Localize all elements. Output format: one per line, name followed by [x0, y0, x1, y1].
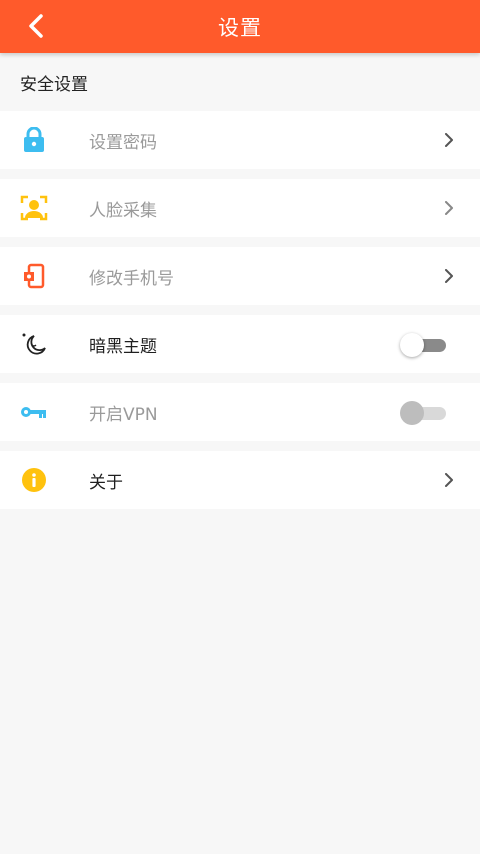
vpn-toggle[interactable] — [400, 401, 446, 425]
lock-icon — [20, 126, 48, 154]
settings-item-label: 修改手机号 — [89, 268, 174, 289]
chevron-right-icon — [442, 269, 456, 283]
face-scan-icon — [20, 194, 48, 222]
info-icon — [20, 466, 48, 494]
settings-item-face-capture[interactable]: 人脸采集 — [0, 179, 480, 237]
chevron-right-icon — [442, 201, 456, 215]
chevron-right-icon — [442, 473, 456, 487]
settings-screen: 设置 安全设置 设置密码 人脸采集 修改手机号 暗黑主题 开启VPN 关于 — [0, 0, 480, 854]
settings-item-label: 设置密码 — [89, 132, 157, 153]
settings-item-label: 暗黑主题 — [89, 336, 157, 357]
settings-item-dark-theme: 暗黑主题 — [0, 315, 480, 373]
settings-item-change-phone[interactable]: 修改手机号 — [0, 247, 480, 305]
settings-item-password[interactable]: 设置密码 — [0, 111, 480, 169]
back-button[interactable] — [20, 10, 52, 42]
settings-item-vpn: 开启VPN — [0, 383, 480, 441]
page-title: 设置 — [218, 15, 262, 40]
settings-item-label: 开启VPN — [89, 404, 158, 425]
settings-item-about[interactable]: 关于 — [0, 451, 480, 509]
chevron-right-icon — [442, 133, 456, 147]
key-icon — [20, 398, 48, 426]
settings-item-label: 关于 — [89, 472, 123, 493]
moon-icon — [20, 330, 48, 358]
toggle-knob — [400, 401, 424, 425]
toggle-knob — [400, 333, 424, 357]
settings-item-label: 人脸采集 — [89, 200, 157, 221]
section-title: 安全设置 — [20, 74, 88, 95]
dark-theme-toggle[interactable] — [400, 333, 446, 357]
chevron-left-icon — [29, 14, 43, 38]
phone-settings-icon — [20, 262, 48, 290]
app-header: 设置 — [0, 0, 480, 53]
